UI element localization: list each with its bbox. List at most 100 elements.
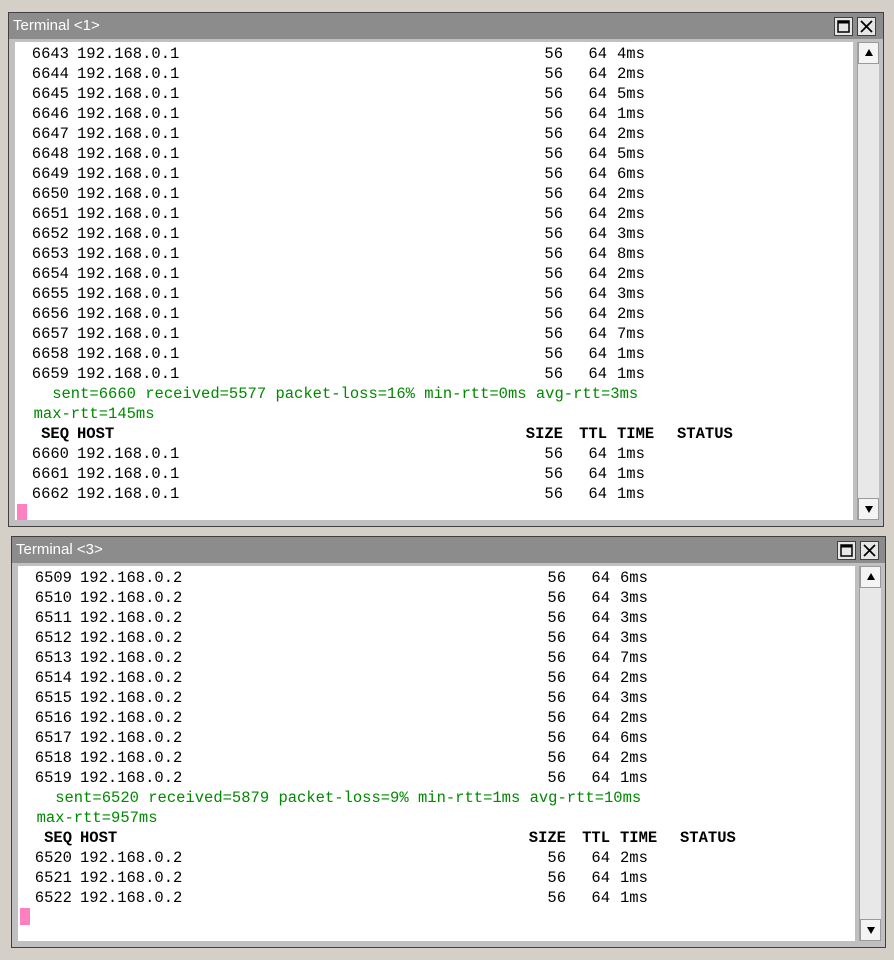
scroll-down-button[interactable] [858, 498, 879, 520]
cell-host: 192.168.0.1 [77, 145, 180, 163]
cell-size: 56 [544, 165, 563, 183]
terminal-3-scrollbar[interactable] [859, 566, 881, 941]
cell-host: 192.168.0.1 [77, 365, 180, 383]
cell-size: 56 [547, 689, 566, 707]
ping-row: 6650 192.168.0.1 56 64 2ms [15, 184, 853, 204]
maximize-icon [840, 544, 853, 557]
cell-size: 56 [547, 769, 566, 787]
cell-ttl: 64 [588, 265, 607, 283]
cell-seq: 6660 [31, 445, 69, 463]
terminal-1-close-button[interactable] [857, 17, 876, 36]
ping-row: 6512 192.168.0.2 56 64 3ms [18, 628, 855, 648]
cell-time: 8ms [617, 245, 645, 263]
cell-time: 2ms [620, 849, 648, 867]
cell-size: 56 [544, 65, 563, 83]
ping-row: 6659 192.168.0.1 56 64 1ms [15, 364, 853, 384]
cell-host: 192.168.0.2 [80, 649, 183, 667]
ping-row: 6658 192.168.0.1 56 64 1ms [15, 344, 853, 364]
cell-host: 192.168.0.1 [77, 165, 180, 183]
cell-host: 192.168.0.1 [77, 485, 180, 503]
cell-time: 2ms [617, 65, 645, 83]
cell-size: 56 [544, 245, 563, 263]
cell-ttl: 64 [588, 65, 607, 83]
terminal-3-titlebar[interactable]: Terminal <3> [12, 537, 885, 563]
cell-seq: 6662 [31, 485, 69, 503]
terminal-1-scrollbar[interactable] [857, 42, 879, 520]
cell-ttl: 64 [591, 769, 610, 787]
cell-ttl: 64 [588, 105, 607, 123]
cell-time: 1ms [620, 769, 648, 787]
cell-time: 3ms [620, 689, 648, 707]
terminal-1-maximize-button[interactable] [834, 17, 853, 36]
cell-seq: 6659 [31, 365, 69, 383]
cell-seq: 6521 [34, 869, 72, 887]
cell-host: 192.168.0.1 [77, 65, 180, 83]
cell-time: 2ms [617, 185, 645, 203]
cell-seq: 6650 [31, 185, 69, 203]
cell-size: 56 [544, 145, 563, 163]
cell-time: 7ms [617, 325, 645, 343]
scroll-down-button[interactable] [860, 919, 881, 941]
cell-ttl: 64 [588, 85, 607, 103]
cell-time: 1ms [617, 465, 645, 483]
ping-row: 6651 192.168.0.1 56 64 2ms [15, 204, 853, 224]
cell-ttl: 64 [588, 225, 607, 243]
cell-ttl: 64 [588, 465, 607, 483]
terminal-1-output[interactable]: 6643 192.168.0.1 56 64 4ms 6644 192.168.0.1 56 6… [15, 42, 853, 520]
scroll-up-button[interactable] [858, 42, 879, 64]
cell-seq: 6652 [31, 225, 69, 243]
terminal-1-titlebar[interactable]: Terminal <1> [9, 13, 883, 39]
ping-row: 6653 192.168.0.1 56 64 8ms [15, 244, 853, 264]
cell-size: 56 [547, 649, 566, 667]
cell-seq: 6516 [34, 709, 72, 727]
cell-ttl: 64 [591, 649, 610, 667]
scroll-up-button[interactable] [860, 566, 881, 588]
cell-host: 192.168.0.1 [77, 305, 180, 323]
arrow-down-icon [866, 927, 875, 934]
cell-host: 192.168.0.1 [77, 345, 180, 363]
cell-seq: 6519 [34, 769, 72, 787]
cell-time: 3ms [620, 629, 648, 647]
cell-host: 192.168.0.2 [80, 869, 183, 887]
ping-row: 6657 192.168.0.1 56 64 7ms [15, 324, 853, 344]
cell-time: 6ms [617, 165, 645, 183]
cell-time: 2ms [617, 205, 645, 223]
cell-host: 192.168.0.1 [77, 465, 180, 483]
ping-row: 6648 192.168.0.1 56 64 5ms [15, 144, 853, 164]
header-status: STATUS [677, 425, 733, 443]
cell-host: 192.168.0.1 [77, 445, 180, 463]
cell-ttl: 64 [591, 869, 610, 887]
ping-row: 6644 192.168.0.1 56 64 2ms [15, 64, 853, 84]
cell-time: 1ms [620, 869, 648, 887]
cell-ttl: 64 [588, 185, 607, 203]
cell-ttl: 64 [591, 609, 610, 627]
ping-row: 6662 192.168.0.1 56 64 1ms [15, 484, 853, 504]
cell-time: 5ms [617, 85, 645, 103]
ping-row: 6643 192.168.0.1 56 64 4ms [15, 44, 853, 64]
summary-line: sent=6660 received=5577 packet-loss=16% … [15, 385, 639, 403]
ping-row: 6660 192.168.0.1 56 64 1ms [15, 444, 853, 464]
cell-size: 56 [547, 849, 566, 867]
terminal-window-1: Terminal <1> 6643 192.168.0.1 56 64 4ms 6644 1… [8, 12, 884, 527]
cell-seq: 6649 [31, 165, 69, 183]
cell-host: 192.168.0.1 [77, 185, 180, 203]
cell-seq: 6515 [34, 689, 72, 707]
terminal-3-maximize-button[interactable] [837, 541, 856, 560]
cell-size: 56 [547, 729, 566, 747]
header-status: STATUS [680, 829, 736, 847]
cell-seq: 6509 [34, 569, 72, 587]
cell-ttl: 64 [588, 325, 607, 343]
cell-ttl: 64 [588, 445, 607, 463]
cell-size: 56 [544, 345, 563, 363]
cell-seq: 6517 [34, 729, 72, 747]
cell-size: 56 [544, 185, 563, 203]
terminal-3-output[interactable]: 6509 192.168.0.2 56 64 6ms 6510 192.168.0.2 56 6… [18, 566, 855, 941]
terminal-3-cursor [20, 908, 30, 925]
cell-size: 56 [547, 869, 566, 887]
column-header: SEQ HOST SIZE TTL TIME STATUS [15, 424, 853, 444]
terminal-3-close-button[interactable] [860, 541, 879, 560]
ping-row: 6655 192.168.0.1 56 64 3ms [15, 284, 853, 304]
cell-ttl: 64 [591, 569, 610, 587]
cell-time: 1ms [617, 345, 645, 363]
cell-time: 6ms [620, 569, 648, 587]
